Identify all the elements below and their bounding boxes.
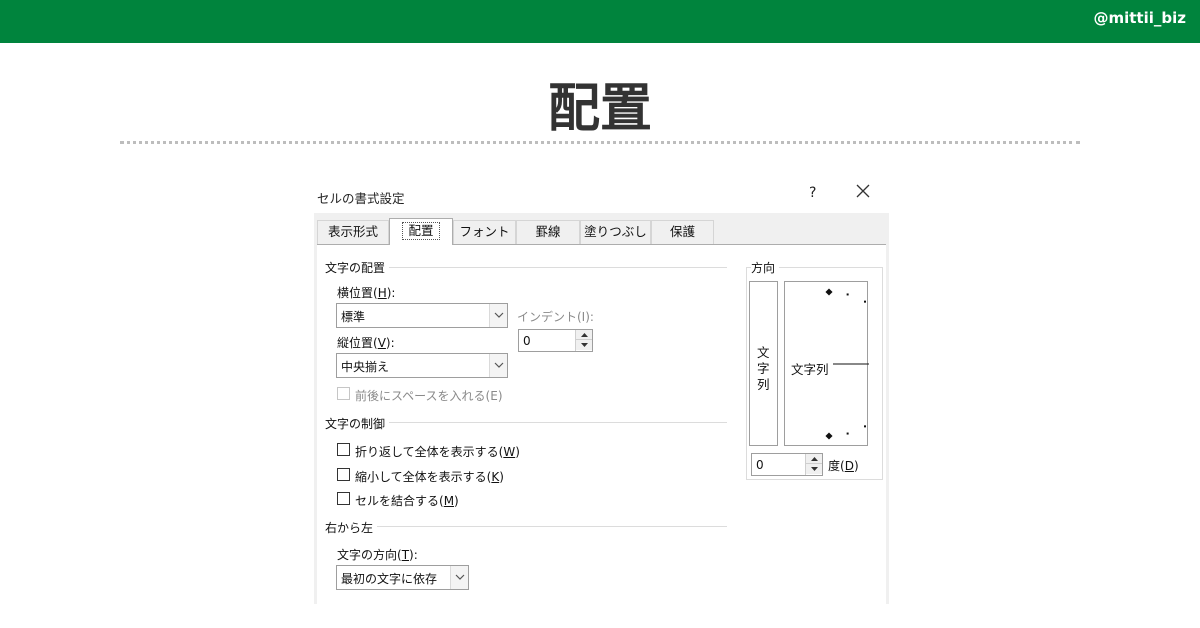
text-direction-label: 文字の方向(T): [337, 548, 418, 562]
dial-minor-tick [846, 293, 849, 296]
tab-label: 塗りつぶし [584, 224, 647, 239]
tab-protection[interactable]: 保護 [651, 220, 714, 244]
format-cells-dialog: セルの書式設定 ? 表示形式 配置 フォント 罫線 塗りつぶし 保護 文字の配置… [311, 180, 889, 604]
group-title-right-to-left: 右から左 [325, 519, 378, 536]
tab-border[interactable]: 罫線 [516, 220, 580, 244]
group-title-text-alignment: 文字の配置 [325, 259, 390, 276]
vertical-text-toggle[interactable]: 文 字 列 [749, 281, 778, 446]
alignment-panel: 文字の配置 横位置(H): 標準 インデント(I): 0 縦位置(V): 中央揃… [317, 244, 886, 604]
top-banner: @mittii_biz [0, 0, 1200, 43]
close-button[interactable] [855, 183, 875, 203]
vertical-alignment-select[interactable]: 中央揃え [336, 353, 508, 378]
tab-fill[interactable]: 塗りつぶし [580, 220, 651, 244]
merge-cells-label: セルを結合する(M) [355, 494, 459, 508]
dial-minor-tick [864, 300, 866, 303]
shrink-to-fit-checkbox[interactable] [337, 468, 350, 481]
indent-label: インデント(I): [517, 310, 594, 324]
tab-label: 配置 [402, 222, 440, 240]
wrap-text-label: 折り返して全体を表示する(W) [355, 445, 520, 459]
tab-font[interactable]: フォント [453, 220, 516, 244]
spin-up-icon[interactable] [806, 454, 822, 464]
spin-up-icon[interactable] [576, 330, 592, 340]
tab-label: 保護 [669, 224, 695, 239]
chevron-down-icon[interactable] [489, 354, 507, 377]
help-button[interactable]: ? [809, 185, 816, 201]
dial-minor-tick [846, 432, 849, 435]
text-direction-value: 最初の文字に依存 [341, 572, 438, 586]
page-title: 配置 [547, 79, 652, 139]
shrink-to-fit-label: 縮小して全体を表示する(K) [355, 470, 504, 484]
horizontal-alignment-value: 標準 [341, 310, 366, 324]
tab-label: 罫線 [535, 224, 561, 239]
author-handle: @mittii_biz [1093, 9, 1186, 27]
justify-distributed-checkbox[interactable] [337, 387, 350, 400]
indent-value: 0 [523, 334, 531, 348]
degrees-label: 度(D) [828, 459, 859, 473]
merge-cells-checkbox[interactable] [337, 492, 350, 505]
chevron-down-icon[interactable] [450, 566, 468, 589]
spin-down-icon[interactable] [806, 464, 822, 474]
tab-number-format[interactable]: 表示形式 [317, 220, 389, 244]
text-direction-select[interactable]: 最初の文字に依存 [336, 565, 469, 590]
group-separator [325, 526, 727, 527]
dial-minor-tick [864, 425, 866, 428]
orientation-dial[interactable]: 文字列 [784, 281, 869, 446]
degrees-spinner[interactable]: 0 [751, 453, 823, 476]
wrap-text-checkbox[interactable] [337, 443, 350, 456]
indent-spinner[interactable]: 0 [518, 329, 593, 352]
horizontal-label: 横位置(H): [337, 286, 396, 300]
group-title-text-control: 文字の制御 [325, 415, 390, 432]
dialog-title: セルの書式設定 [317, 191, 405, 206]
dial-major-tick [825, 432, 833, 440]
degrees-value: 0 [756, 458, 764, 472]
orientation-control: 文 字 列 文字列 [749, 281, 869, 446]
tab-label: フォント [459, 224, 510, 239]
dial-text: 文字列 [791, 359, 829, 378]
tab-label: 表示形式 [327, 224, 378, 239]
horizontal-alignment-select[interactable]: 標準 [336, 303, 508, 328]
group-title-orientation: 方向 [751, 259, 780, 276]
chevron-down-icon[interactable] [489, 304, 507, 327]
close-icon [856, 184, 870, 198]
tab-alignment[interactable]: 配置 [389, 218, 453, 245]
spin-down-icon[interactable] [576, 340, 592, 350]
tab-container: 表示形式 配置 フォント 罫線 塗りつぶし 保護 文字の配置 横位置(H): 標… [314, 213, 889, 604]
vertical-alignment-value: 中央揃え [341, 360, 390, 374]
vertical-label: 縦位置(V): [337, 336, 395, 350]
vertical-char: 列 [757, 377, 770, 392]
dial-major-tick [825, 288, 833, 296]
justify-distributed-label: 前後にスペースを入れる(E) [355, 389, 503, 403]
dotted-divider [120, 141, 1080, 144]
